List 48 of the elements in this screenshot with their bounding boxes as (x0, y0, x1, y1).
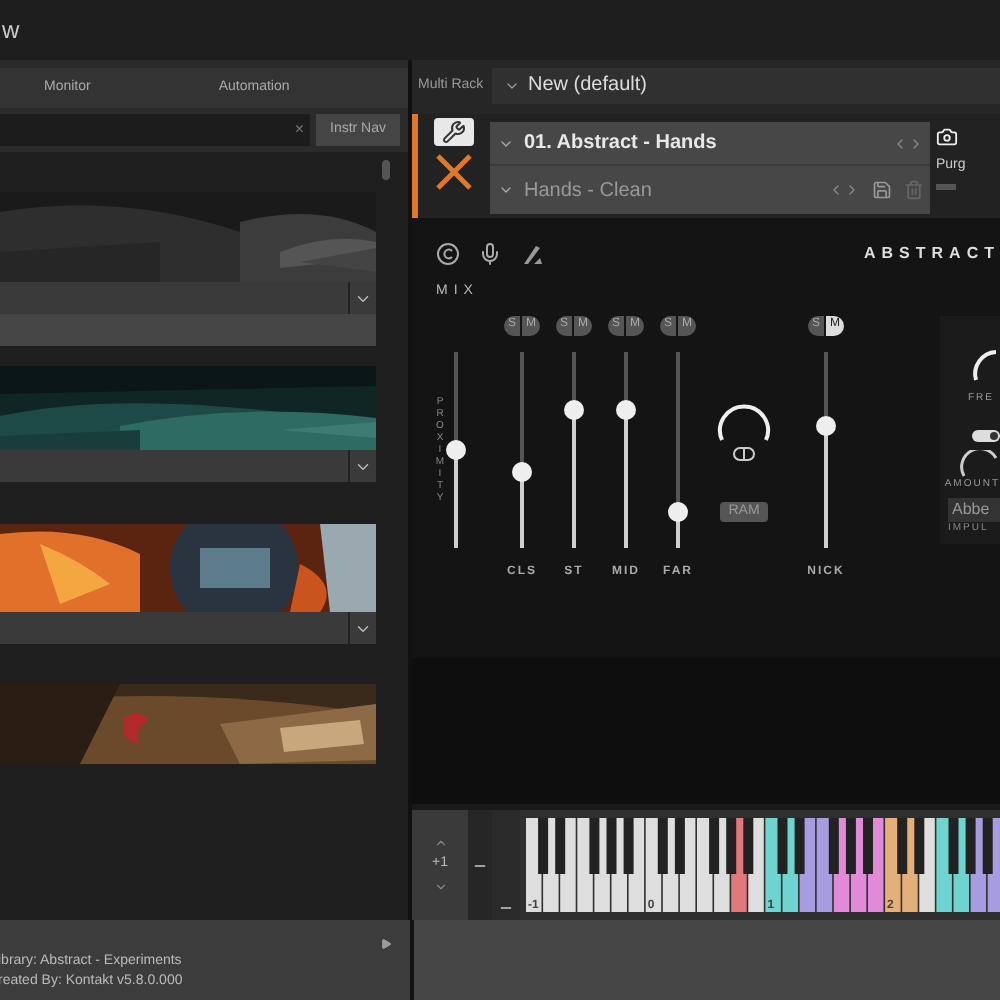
toggle-switch[interactable] (972, 430, 1000, 442)
fader-thumb[interactable] (512, 462, 532, 483)
link-icon (732, 445, 756, 461)
scrollbar-thumb[interactable] (382, 160, 390, 180)
tools-icon[interactable] (520, 242, 544, 266)
previous-icon[interactable] (892, 135, 908, 151)
piano-key[interactable] (645, 818, 662, 912)
caret-icon (498, 182, 514, 198)
impulse-dropdown[interactable]: Abbe (948, 497, 1000, 521)
next-icon[interactable] (908, 135, 924, 151)
octave-up-icon[interactable] (433, 836, 447, 851)
clear-icon[interactable]: × (294, 118, 305, 142)
piano-key[interactable] (936, 818, 952, 912)
close-icon[interactable] (432, 150, 476, 194)
piano-key[interactable] (709, 818, 720, 874)
fader-thumb[interactable] (616, 399, 636, 420)
piano-key[interactable] (657, 818, 668, 874)
snapshot-name: Hands - Clean (524, 177, 652, 205)
play-icon[interactable] (380, 938, 392, 950)
fader-thumb[interactable] (445, 439, 465, 459)
fader-thumb[interactable] (668, 501, 688, 522)
octave-down-icon[interactable] (433, 879, 447, 894)
instrument-name: 01. Abstract - Hands (524, 130, 717, 158)
piano-key[interactable] (816, 818, 833, 912)
multi-preset-dropdown[interactable]: New (default) (492, 67, 1000, 103)
copyright-icon[interactable] (436, 242, 460, 266)
piano-key[interactable] (589, 818, 600, 874)
camera-icon[interactable] (936, 126, 958, 148)
piano-key[interactable] (914, 818, 925, 874)
piano-key[interactable] (623, 818, 634, 874)
next-icon[interactable] (844, 182, 860, 198)
piano-key[interactable] (674, 818, 685, 874)
piano-key[interactable] (765, 818, 781, 912)
fader-thumb[interactable] (816, 415, 836, 436)
piano-key[interactable] (743, 818, 754, 874)
fader-thumb[interactable] (564, 399, 584, 420)
search-field[interactable]: × (0, 114, 311, 146)
piano-key[interactable] (897, 818, 908, 874)
instrument-title: ABSTRACT (864, 242, 1000, 266)
piano-key[interactable] (845, 818, 856, 874)
wrench-button[interactable] (434, 118, 474, 146)
window-title: w (2, 14, 20, 48)
purge-meter (936, 183, 956, 189)
previous-icon[interactable] (828, 182, 844, 198)
save-icon[interactable] (872, 180, 892, 200)
piano-key[interactable] (538, 818, 549, 874)
microphone-icon[interactable] (478, 242, 502, 266)
piano-key[interactable] (555, 818, 566, 874)
